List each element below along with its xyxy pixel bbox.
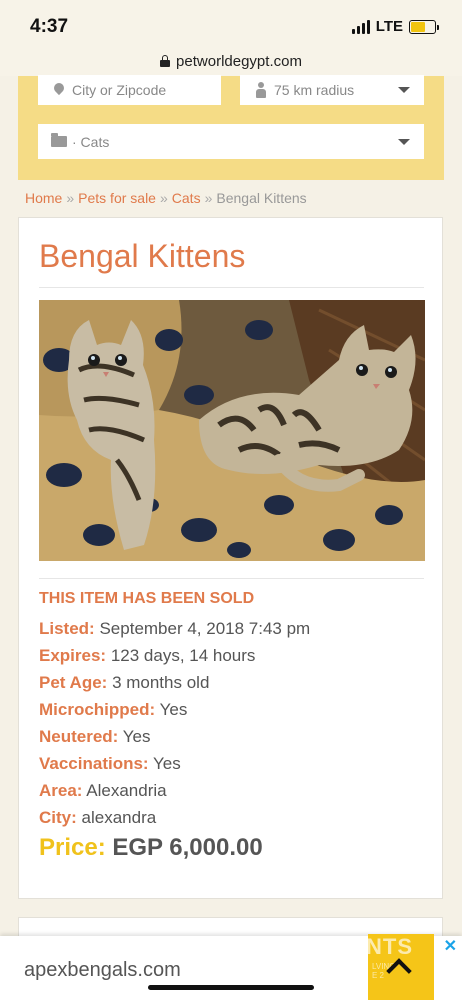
detail-label: Vaccinations: bbox=[39, 754, 149, 773]
breadcrumb-separator: » bbox=[66, 190, 75, 206]
status-bar: 4:37 LTE bbox=[0, 0, 462, 50]
detail-listed: Listed: September 4, 2018 7:43 pm bbox=[39, 615, 310, 642]
breadcrumb-home[interactable]: Home bbox=[25, 190, 62, 206]
detail-label: Microchipped: bbox=[39, 700, 156, 719]
chevron-down-icon bbox=[398, 138, 410, 145]
status-icons: LTE bbox=[351, 18, 439, 35]
listing-photo[interactable] bbox=[39, 300, 425, 561]
home-indicator[interactable] bbox=[148, 985, 314, 990]
signal-icon bbox=[351, 19, 370, 34]
breadcrumb-separator: » bbox=[159, 190, 168, 206]
detail-neutered: Neutered: Yes bbox=[39, 723, 310, 750]
category-select[interactable]: · Cats bbox=[38, 124, 424, 159]
folder-icon bbox=[51, 133, 67, 147]
detail-label: City: bbox=[39, 808, 77, 827]
detail-value: 3 months old bbox=[112, 673, 210, 692]
battery-icon bbox=[409, 19, 439, 34]
ad-banner[interactable]: apexbengals.com NTS LVING E 2 ✕ bbox=[0, 934, 462, 1000]
breadcrumb-separator: » bbox=[204, 190, 213, 206]
radius-select[interactable]: 75 km radius bbox=[240, 75, 424, 105]
chevron-down-icon bbox=[398, 87, 410, 93]
detail-expires: Expires: 123 days, 14 hours bbox=[39, 642, 310, 669]
person-icon bbox=[255, 82, 267, 98]
detail-label: Listed: bbox=[39, 619, 95, 638]
category-value: · Cats bbox=[72, 133, 110, 150]
sold-notice: THIS ITEM HAS BEEN SOLD bbox=[39, 590, 255, 607]
detail-value: alexandra bbox=[81, 808, 157, 827]
breadcrumb-current: Bengal Kittens bbox=[216, 190, 307, 206]
detail-label: Neutered: bbox=[39, 727, 119, 746]
breadcrumb-pets[interactable]: Pets for sale bbox=[78, 190, 156, 206]
page-title: Bengal Kittens bbox=[39, 238, 246, 274]
details-list: Listed: September 4, 2018 7:43 pm Expire… bbox=[39, 615, 310, 831]
ad-image[interactable]: NTS LVING E 2 bbox=[368, 934, 434, 1000]
price: Price: EGP 6,000.00 bbox=[39, 834, 263, 862]
radius-value: 75 km radius bbox=[274, 82, 355, 98]
url-bar[interactable]: petworldegypt.com bbox=[0, 46, 462, 76]
price-value: EGP 6,000.00 bbox=[112, 834, 263, 861]
detail-value: Yes bbox=[153, 754, 181, 773]
search-panel: City or Zipcode 75 km radius · Cats bbox=[18, 75, 444, 180]
network-label: LTE bbox=[375, 18, 403, 35]
detail-value: Yes bbox=[122, 727, 151, 746]
city-placeholder: City or Zipcode bbox=[72, 82, 167, 98]
detail-label: Area: bbox=[39, 781, 83, 800]
detail-value: September 4, 2018 7:43 pm bbox=[99, 619, 311, 638]
detail-city: City: alexandra bbox=[39, 804, 310, 831]
ad-text[interactable]: apexbengals.com bbox=[24, 959, 181, 982]
detail-value: 123 days, 14 hours bbox=[110, 646, 256, 665]
listing-card: Bengal Kittens THIS ITEM HAS BEEN SOLD L… bbox=[18, 217, 443, 899]
location-pin-icon bbox=[54, 83, 64, 97]
divider bbox=[39, 578, 424, 579]
detail-label: Expires: bbox=[39, 646, 107, 665]
lock-icon bbox=[160, 55, 171, 67]
detail-label: Pet Age: bbox=[39, 673, 108, 692]
detail-vaccinations: Vaccinations: Yes bbox=[39, 750, 310, 777]
detail-microchipped: Microchipped: Yes bbox=[39, 696, 310, 723]
breadcrumb-cats[interactable]: Cats bbox=[172, 190, 201, 206]
price-label: Price: bbox=[39, 834, 106, 861]
divider bbox=[39, 287, 424, 288]
breadcrumb: Home» Pets for sale» Cats» Bengal Kittens bbox=[25, 190, 307, 206]
detail-pet-age: Pet Age: 3 months old bbox=[39, 669, 310, 696]
detail-area: Area: Alexandria bbox=[39, 777, 310, 804]
close-icon[interactable]: ✕ bbox=[444, 936, 457, 956]
status-time: 4:37 bbox=[30, 16, 69, 37]
detail-value: Alexandria bbox=[86, 781, 167, 800]
detail-value: Yes bbox=[159, 700, 188, 719]
city-input[interactable]: City or Zipcode bbox=[38, 75, 221, 105]
url-text: petworldegypt.com bbox=[176, 52, 302, 70]
